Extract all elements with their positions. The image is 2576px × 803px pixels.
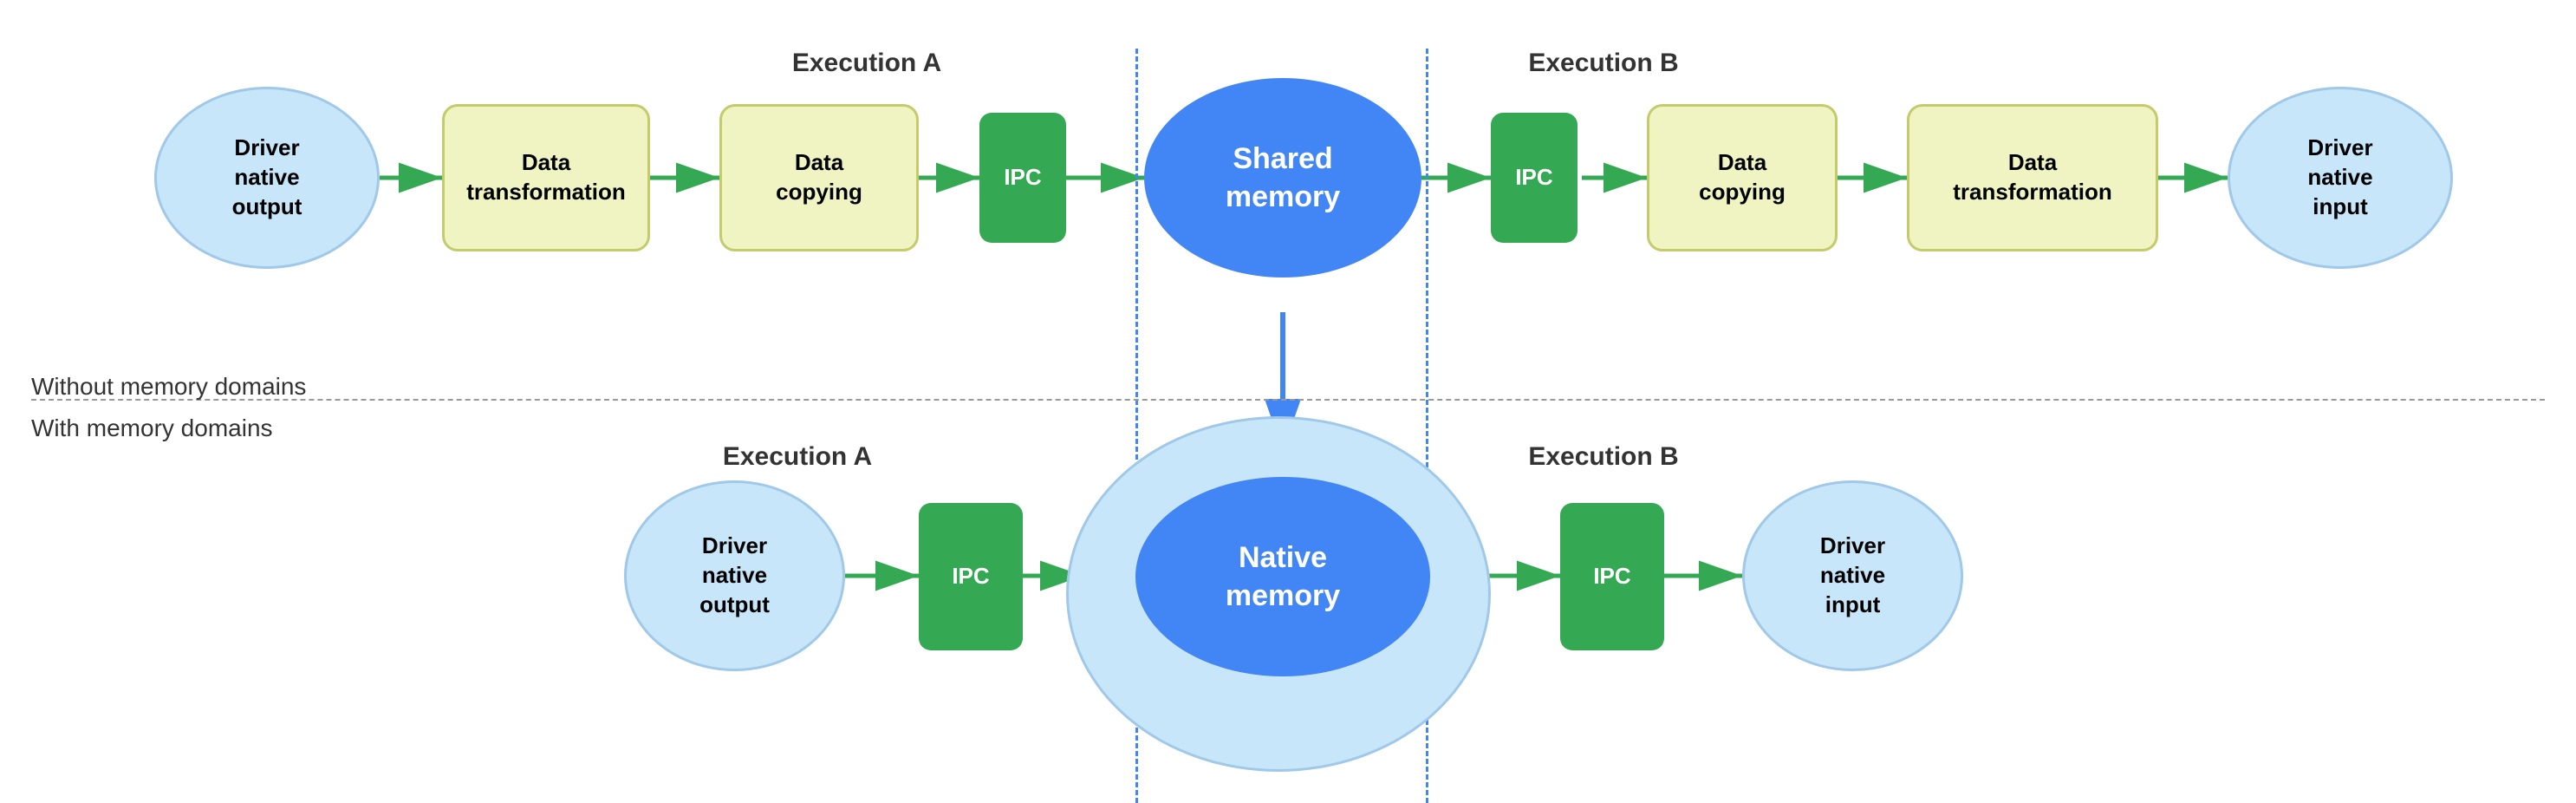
exec-a-label-top: Execution A [719, 49, 1014, 78]
data-transform-right: Datatransformation [1907, 104, 2158, 251]
with-memory-label: With memory domains [31, 415, 273, 442]
exec-b-label-top: Execution B [1456, 49, 1751, 78]
ipc-left-bottom: IPC [919, 503, 1023, 650]
driver-native-input-top: Drivernativeinput [2228, 87, 2453, 269]
ipc-right-bottom: IPC [1560, 503, 1664, 650]
without-memory-label: Without memory domains [31, 373, 306, 401]
exec-b-label-bottom: Execution B [1456, 442, 1751, 472]
data-copy-left: Datacopying [719, 104, 919, 251]
driver-native-input-bottom: Drivernativeinput [1742, 480, 1963, 671]
data-copy-right: Datacopying [1647, 104, 1838, 251]
ipc-left-top: IPC [979, 113, 1066, 243]
data-transform-left: Datatransformation [442, 104, 650, 251]
native-memory: Nativememory [1135, 477, 1430, 676]
shared-memory: Sharedmemory [1144, 78, 1421, 277]
divider-line [31, 399, 2545, 401]
exec-a-label-bottom: Execution A [650, 442, 945, 472]
driver-native-output-bottom: Drivernativeoutput [624, 480, 845, 671]
driver-native-output-top: Drivernativeoutput [154, 87, 380, 269]
ipc-right-top: IPC [1491, 113, 1577, 243]
diagram-container: Without memory domains With memory domai… [0, 0, 2576, 796]
